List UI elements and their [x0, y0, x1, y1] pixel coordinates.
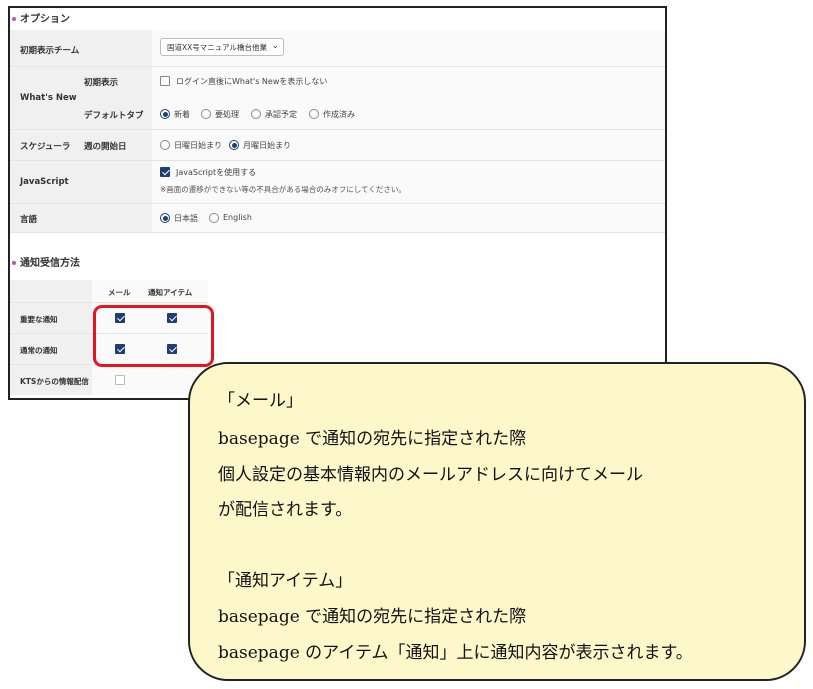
column-mail: メール — [108, 288, 131, 297]
week-start-radio-monday[interactable] — [229, 140, 239, 150]
default-tab-radio-new[interactable] — [160, 109, 170, 119]
bullet-icon — [12, 17, 16, 21]
row-initial-team: 国道XX号マニュアル橋台他業 ⌄ 初期表示チーム — [10, 30, 665, 67]
initial-team-label: 初期表示チーム — [20, 46, 80, 56]
row-scheduler: 日曜日始まり 月曜日始まり スケジューラ 週の開始日 — [10, 130, 665, 161]
default-tab-radio-approval[interactable] — [251, 109, 261, 119]
column-notification-item: 通知アイテム — [148, 288, 193, 297]
week-start-radio-sunday[interactable] — [160, 140, 170, 150]
whats-new-label: What's New — [20, 93, 77, 103]
javascript-note: ※画面の遷移ができない等の不具合がある場合のみオフにしてください。 — [160, 185, 406, 194]
notification-section-title: 通知受信方法 — [12, 254, 80, 269]
options-section-title: オプション — [12, 10, 70, 25]
row-javascript: JavaScriptを使用する ※画面の遷移ができない等の不具合がある場合のみオ… — [10, 161, 665, 204]
callout-line: 「メール」 — [218, 391, 303, 411]
notification-row-kts: KTSからの情報配信 — [10, 365, 208, 395]
callout-line: basepage で通知の宛先に指定された際 — [218, 429, 527, 449]
javascript-checkbox[interactable] — [160, 167, 170, 177]
hide-whats-new-checkbox[interactable] — [160, 76, 170, 86]
bullet-icon — [12, 261, 16, 265]
row-whats-new: ログイン直後にWhat's Newを表示しない 新着 要処理 承認予定 作成済み… — [10, 67, 665, 130]
callout-line: が配信されます。 — [218, 500, 353, 520]
notification-header-row: メール 通知アイテム — [10, 280, 208, 303]
scheduler-label: スケジューラ — [20, 142, 71, 152]
callout-line: 「通知アイテム」 — [218, 571, 353, 591]
highlight-box — [93, 305, 214, 367]
week-start-label: 週の開始日 — [84, 142, 127, 152]
language-radio-japanese[interactable] — [160, 213, 170, 223]
default-tab-radio-created[interactable] — [309, 109, 319, 119]
language-radio-english[interactable] — [209, 213, 219, 223]
row-language: 日本語 English 言語 — [10, 204, 665, 233]
callout-line: 個人設定の基本情報内のメールアドレスに向けてメール — [218, 465, 643, 485]
default-tab-label: デフォルトタブ — [84, 111, 144, 121]
callout-line: basepage のアイテム「通知」上に通知内容が表示されます。 — [218, 643, 693, 663]
kts-mail-checkbox[interactable] — [115, 375, 125, 385]
default-tab-radio-todo[interactable] — [201, 109, 211, 119]
initial-team-select[interactable]: 国道XX号マニュアル橋台他業 ⌄ — [160, 38, 284, 56]
initial-display-label: 初期表示 — [84, 78, 119, 88]
explanation-callout: 「メール」 basepage で通知の宛先に指定された際 個人設定の基本情報内の… — [188, 362, 806, 681]
chevron-down-icon: ⌄ — [271, 41, 279, 51]
settings-screenshot: オプション 国道XX号マニュアル橋台他業 ⌄ 初期表示チーム ログイン直後にWh… — [8, 6, 667, 400]
callout-line: basepage で通知の宛先に指定された際 — [218, 607, 527, 627]
language-label: 言語 — [20, 215, 38, 225]
javascript-label: JavaScript — [20, 177, 69, 187]
